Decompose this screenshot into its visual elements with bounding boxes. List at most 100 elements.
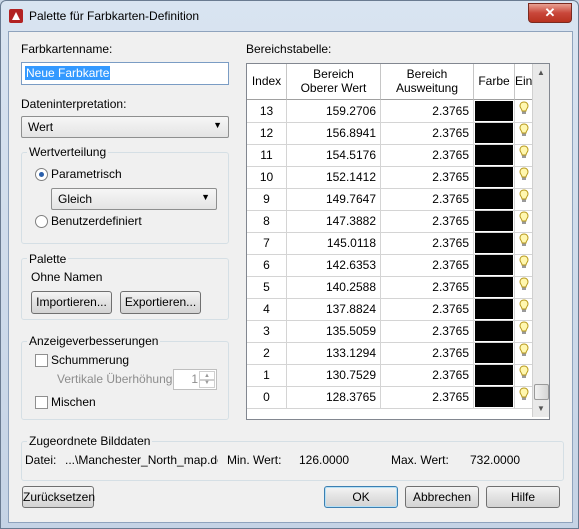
cell-span-value[interactable]: 2.3765 [381,298,474,320]
reset-button[interactable]: Zurücksetzen [22,486,95,508]
cell-upper-value[interactable]: 142.6353 [287,254,381,276]
cell-color[interactable] [474,298,515,320]
colormap-name-input[interactable]: Neue Farbkarte [21,62,229,85]
cell-upper-value[interactable]: 137.8824 [287,298,381,320]
cell-color[interactable] [474,364,515,386]
color-swatch[interactable] [475,255,513,275]
lightbulb-icon[interactable] [515,276,532,298]
lightbulb-icon[interactable] [515,100,532,122]
lightbulb-icon[interactable] [515,298,532,320]
cell-color[interactable] [474,210,515,232]
import-button[interactable]: Importieren... [31,291,112,314]
cancel-button[interactable]: Abbrechen [405,486,479,508]
cell-span-value[interactable]: 2.3765 [381,342,474,364]
cell-color[interactable] [474,342,515,364]
color-swatch[interactable] [475,321,513,341]
column-header-index[interactable]: Index [247,64,287,100]
table-row[interactable]: 7 145.0118 2.3765 [247,232,532,255]
cell-upper-value[interactable]: 135.5059 [287,320,381,342]
cell-color[interactable] [474,166,515,188]
color-swatch[interactable] [475,387,513,407]
column-header-color[interactable]: Farbe [474,64,515,100]
help-button[interactable]: Hilfe [486,486,560,508]
color-swatch[interactable] [475,167,513,187]
ok-button[interactable]: OK [324,486,398,508]
color-swatch[interactable] [475,365,513,385]
cell-upper-value[interactable]: 133.1294 [287,342,381,364]
color-swatch[interactable] [475,145,513,165]
cell-color[interactable] [474,122,515,144]
distribution-method-select[interactable]: Gleich ▼ [51,188,217,210]
cell-span-value[interactable]: 2.3765 [381,364,474,386]
lightbulb-icon[interactable] [515,210,532,232]
close-button[interactable]: ✕ [528,3,572,23]
table-row[interactable]: 4 137.8824 2.3765 [247,298,532,321]
cell-upper-value[interactable]: 130.7529 [287,364,381,386]
color-swatch[interactable] [475,211,513,231]
range-table[interactable]: Index Bereich Oberer Wert Bereich Auswei… [246,63,550,420]
lightbulb-icon[interactable] [515,232,532,254]
color-swatch[interactable] [475,123,513,143]
cell-span-value[interactable]: 2.3765 [381,210,474,232]
cell-upper-value[interactable]: 140.2588 [287,276,381,298]
table-scrollbar[interactable]: ▲ ▼ [532,64,549,417]
table-row[interactable]: 12 156.8941 2.3765 [247,122,532,145]
cell-upper-value[interactable]: 156.8941 [287,122,381,144]
scroll-up-icon[interactable]: ▲ [534,65,548,80]
table-row[interactable]: 9 149.7647 2.3765 [247,188,532,211]
cell-span-value[interactable]: 2.3765 [381,386,474,408]
lightbulb-icon[interactable] [515,386,532,408]
table-row[interactable]: 0 128.3765 2.3765 [247,386,532,409]
cell-span-value[interactable]: 2.3765 [381,188,474,210]
lightbulb-icon[interactable] [515,188,532,210]
lightbulb-icon[interactable] [515,364,532,386]
lightbulb-icon[interactable] [515,342,532,364]
cell-color[interactable] [474,144,515,166]
column-header-on[interactable]: Ein [515,64,532,100]
table-row[interactable]: 8 147.3882 2.3765 [247,210,532,233]
table-row[interactable]: 5 140.2588 2.3765 [247,276,532,299]
cell-upper-value[interactable]: 152.1412 [287,166,381,188]
export-button[interactable]: Exportieren... [120,291,201,314]
table-row[interactable]: 3 135.5059 2.3765 [247,320,532,343]
lightbulb-icon[interactable] [515,166,532,188]
spin-down-icon[interactable]: ▼ [199,379,215,388]
color-swatch[interactable] [475,299,513,319]
vertical-exaggeration-spinner[interactable]: 1 ▲ ▼ [173,369,217,390]
table-row[interactable]: 10 152.1412 2.3765 [247,166,532,189]
parametric-radio[interactable] [35,168,48,181]
lightbulb-icon[interactable] [515,122,532,144]
lightbulb-icon[interactable] [515,320,532,342]
cell-span-value[interactable]: 2.3765 [381,122,474,144]
column-header-span[interactable]: Bereich Ausweitung [381,64,474,100]
color-swatch[interactable] [475,233,513,253]
lightbulb-icon[interactable] [515,144,532,166]
cell-color[interactable] [474,276,515,298]
blend-checkbox[interactable] [35,396,48,409]
color-swatch[interactable] [475,343,513,363]
cell-color[interactable] [474,188,515,210]
cell-upper-value[interactable]: 149.7647 [287,188,381,210]
user-defined-radio[interactable] [35,215,48,228]
cell-span-value[interactable]: 2.3765 [381,166,474,188]
color-swatch[interactable] [475,189,513,209]
cell-span-value[interactable]: 2.3765 [381,100,474,122]
cell-span-value[interactable]: 2.3765 [381,232,474,254]
table-row[interactable]: 13 159.2706 2.3765 [247,100,532,123]
table-row[interactable]: 1 130.7529 2.3765 [247,364,532,387]
table-row[interactable]: 2 133.1294 2.3765 [247,342,532,365]
cell-upper-value[interactable]: 154.5176 [287,144,381,166]
cell-span-value[interactable]: 2.3765 [381,254,474,276]
color-swatch[interactable] [475,277,513,297]
data-interpretation-select[interactable]: Wert ▼ [21,116,229,138]
table-row[interactable]: 11 154.5176 2.3765 [247,144,532,167]
cell-upper-value[interactable]: 128.3765 [287,386,381,408]
shading-checkbox[interactable] [35,354,48,367]
cell-color[interactable] [474,100,515,122]
scroll-down-icon[interactable]: ▼ [534,401,548,416]
column-header-upper[interactable]: Bereich Oberer Wert [287,64,381,100]
cell-span-value[interactable]: 2.3765 [381,320,474,342]
cell-upper-value[interactable]: 159.2706 [287,100,381,122]
color-swatch[interactable] [475,101,513,121]
cell-span-value[interactable]: 2.3765 [381,144,474,166]
